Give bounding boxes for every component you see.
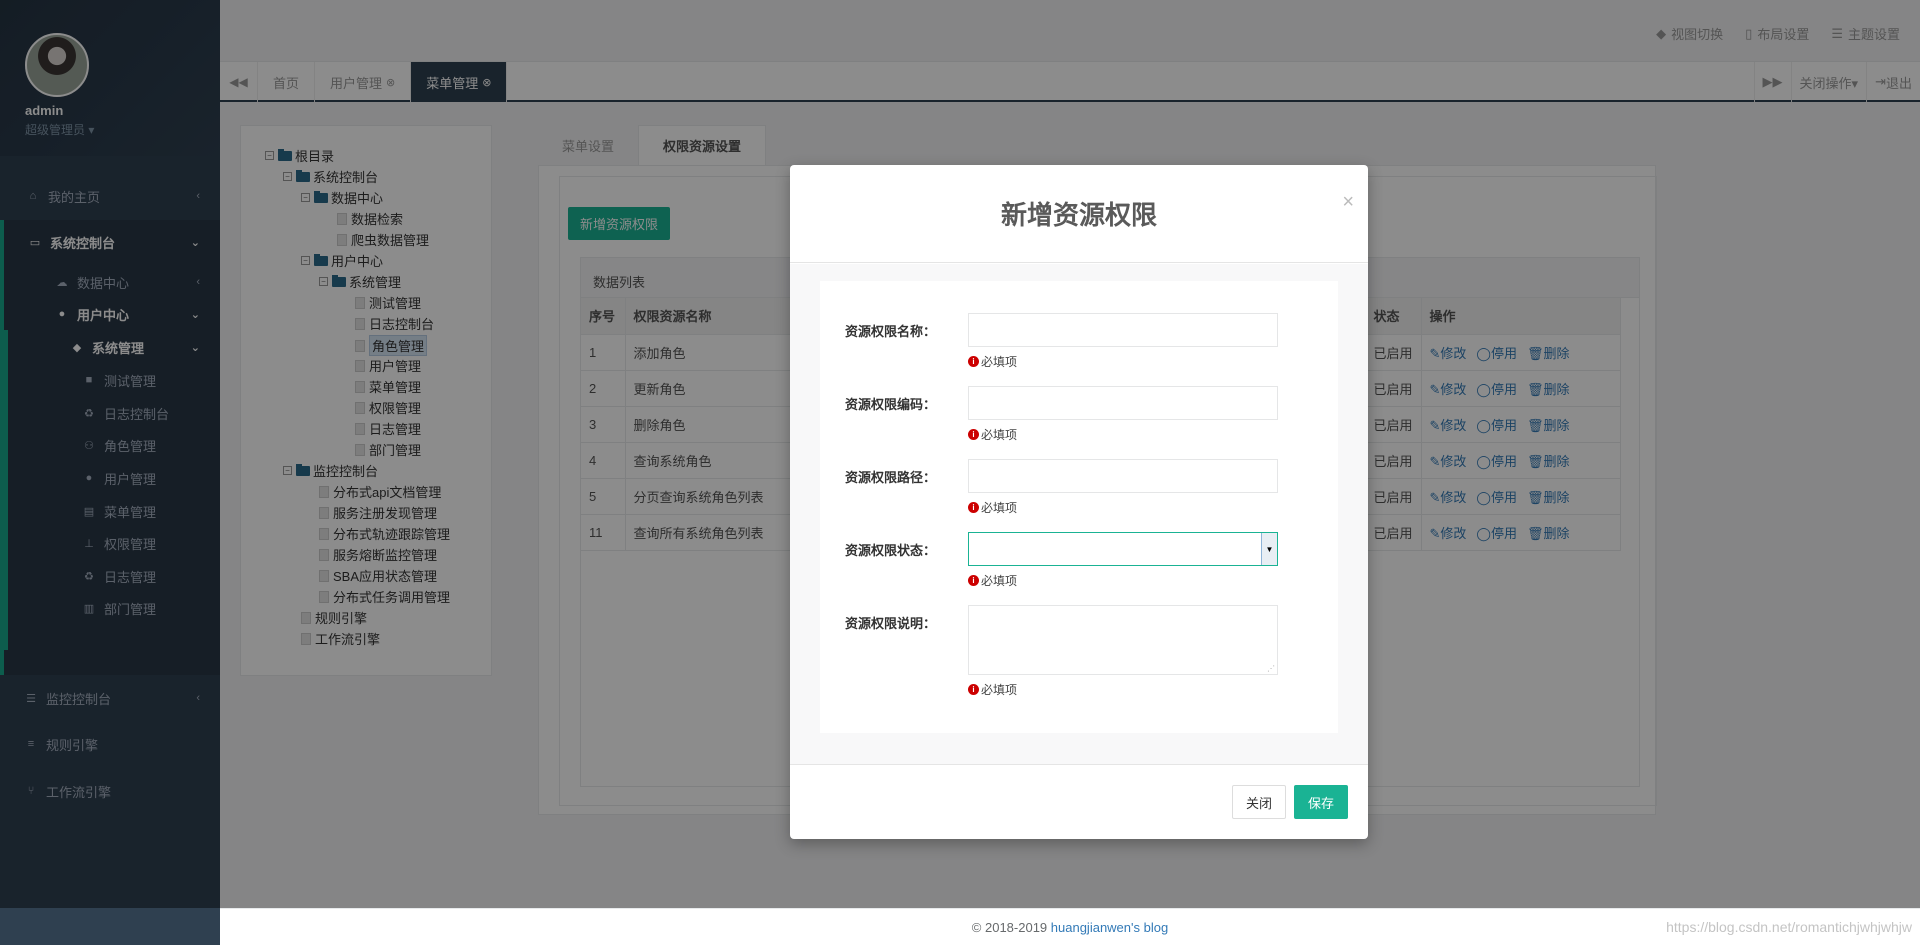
resize-handle-icon[interactable]: ⋰ [1267,664,1275,673]
blog-link[interactable]: huangjianwen's blog [1051,920,1168,935]
required-hint-text: 必填项 [981,683,1018,697]
required-hint: i 必填项 [968,426,1017,443]
field-label: 资源权限名称： [845,324,937,339]
info-circle-icon: i [968,502,979,513]
required-hint: i 必填项 [968,499,1017,516]
save-button[interactable]: 保存 [1294,785,1348,819]
field-label: 资源权限编码： [845,397,937,412]
field-label: 资源权限路径： [845,470,937,485]
footer: © 2018-2019 huangjianwen's blog https://… [220,908,1920,945]
resource-path-input[interactable] [968,459,1278,493]
modal-footer: 关闭 保存 [790,764,1368,839]
info-circle-icon: i [968,575,979,586]
copyright-text: © 2018-2019 [971,920,1051,935]
resource-description-textarea[interactable]: ⋰ [968,605,1278,675]
modal-header: 新增资源权限 × [790,165,1368,263]
required-hint: i 必填项 [968,681,1017,698]
info-circle-icon: i [968,356,979,367]
modal-title: 新增资源权限 [1000,200,1157,230]
info-circle-icon: i [968,684,979,695]
caret-down-icon[interactable]: ▼ [1261,533,1277,565]
required-hint: i 必填项 [968,353,1017,370]
close-icon[interactable]: × [1342,191,1354,214]
resource-name-input[interactable] [968,313,1278,347]
required-hint-text: 必填项 [981,355,1018,369]
watermark: https://blog.csdn.net/romantichjwhjwhjw [1666,919,1912,935]
info-circle-icon: i [968,429,979,440]
field-label: 资源权限说明： [845,616,937,631]
close-button[interactable]: 关闭 [1232,785,1286,819]
resource-status-select[interactable]: ▼ [968,532,1278,566]
required-hint-text: 必填项 [981,428,1018,442]
required-hint-text: 必填项 [981,574,1018,588]
resource-code-input[interactable] [968,386,1278,420]
required-hint: i 必填项 [968,572,1017,589]
resource-permission-form: 资源权限名称： i 必填项 资源权限编码： i 必填项 资源权限路径： i 必填项 资… [820,281,1338,733]
field-label: 资源权限状态： [845,543,937,558]
required-hint-text: 必填项 [981,501,1018,515]
modal-body: 资源权限名称： i 必填项 资源权限编码： i 必填项 资源权限路径： i 必填项 资… [790,264,1368,764]
add-resource-permission-modal: 新增资源权限 × 资源权限名称： i 必填项 资源权限编码： i 必填项 资源权限路… [790,165,1368,839]
